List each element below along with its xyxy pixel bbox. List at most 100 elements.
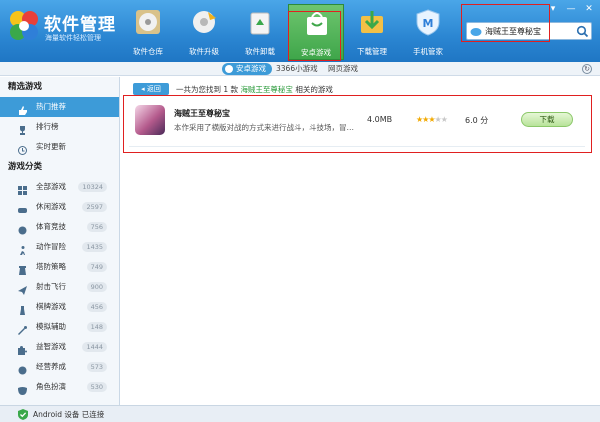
result-keyword: 海贼王至尊秘宝 <box>240 85 293 94</box>
sidebar-category-item[interactable]: 体育竞技 756 <box>0 217 119 237</box>
tab-3366-mini-games[interactable]: 3366小游戏 <box>276 63 318 75</box>
nav-label: 手机管家 <box>413 47 443 56</box>
disc-icon <box>136 10 160 34</box>
sidebar-item-realtime[interactable]: 实时更新 <box>0 137 119 157</box>
game-type-tabs: 安卓游戏 3366小游戏 网页游戏 ↻ <box>0 62 600 76</box>
controller-icon <box>18 203 27 213</box>
runner-icon <box>18 243 27 255</box>
tower-icon <box>18 263 27 275</box>
clock-icon <box>18 143 27 155</box>
sidebar-item-ranking[interactable]: 排行榜 <box>0 117 119 137</box>
nav-label: 软件仓库 <box>133 47 163 56</box>
nav-label: 软件卸载 <box>245 47 275 56</box>
sidebar-item-label: 角色扮演 <box>36 382 66 391</box>
sidebar-item-hot[interactable]: 热门推荐 <box>0 97 119 117</box>
svg-text:M: M <box>423 17 434 30</box>
nav-label: 下载管理 <box>357 47 387 56</box>
tab-web-games[interactable]: 网页游戏 <box>328 63 358 75</box>
shield-check-icon <box>18 409 28 420</box>
sidebar-item-label: 经营养成 <box>36 362 66 371</box>
sidebar-category-item[interactable]: 模拟辅助 148 <box>0 317 119 337</box>
sidebar-category-item[interactable]: 射击飞行 900 <box>0 277 119 297</box>
nav-software-uninstall[interactable]: 软件卸载 <box>232 4 288 60</box>
sidebar-item-label: 休闲游戏 <box>36 202 66 211</box>
sidebar-item-label: 排行榜 <box>36 122 59 131</box>
main-content: ◂ 返回 一共为您找到 1 款 海贼王至尊秘宝 相关的游戏 海贼王至尊秘宝 本作… <box>121 77 600 405</box>
upgrade-icon <box>193 11 216 33</box>
highlight-search <box>461 4 550 42</box>
window-controls: ▾ — ✕ <box>546 3 596 15</box>
list-item[interactable]: 海贼王至尊秘宝 本作采用了横版对战的方式来进行战斗，斗技场，冒… 4.0MB ★… <box>129 101 585 147</box>
game-name[interactable]: 海贼王至尊秘宝 <box>174 108 230 119</box>
recycle-bin-icon <box>250 12 270 35</box>
category-count: 1435 <box>82 242 107 252</box>
category-count: 756 <box>86 222 107 232</box>
app-subtitle: 海量软件轻松管理 <box>45 34 101 42</box>
header: 软件管理 海量软件轻松管理 软件仓库 软件升级 软件卸载 安卓游戏 下载管理 M… <box>0 0 600 62</box>
connection-status: Android 设备 已连接 <box>33 410 105 419</box>
tab-android-games[interactable]: 安卓游戏 <box>222 63 272 75</box>
nav-software-upgrade[interactable]: 软件升级 <box>176 4 232 60</box>
app-logo-icon <box>10 11 38 40</box>
category-count: 2597 <box>82 202 107 212</box>
category-count: 749 <box>86 262 107 272</box>
sidebar-category-item[interactable]: 益智游戏 1444 <box>0 337 119 357</box>
sidebar-category-item[interactable]: 棋牌游戏 456 <box>0 297 119 317</box>
nav-software-repo[interactable]: 软件仓库 <box>120 4 176 60</box>
result-suffix: 相关的游戏 <box>295 85 333 94</box>
category-count: 573 <box>86 362 107 372</box>
sidebar-item-label: 体育竞技 <box>36 222 66 231</box>
coin-icon <box>18 363 27 375</box>
game-score: 6.0 分 <box>465 116 489 125</box>
download-button[interactable]: 下载 <box>521 112 573 127</box>
star-icon: ★ <box>440 115 448 124</box>
grid-icon <box>18 183 27 195</box>
category-count: 10324 <box>78 182 107 192</box>
search-icon[interactable] <box>576 25 589 38</box>
phone-manager-icon: M <box>416 9 440 36</box>
sidebar-item-label: 动作冒险 <box>36 242 66 251</box>
nav-label: 软件升级 <box>189 47 219 56</box>
game-size: 4.0MB <box>367 115 393 124</box>
star-rating: ★★★★★ <box>416 115 448 124</box>
app-title: 软件管理 <box>44 15 116 35</box>
sidebar-item-label: 热门推荐 <box>36 102 66 111</box>
back-button[interactable]: ◂ 返回 <box>133 83 169 95</box>
trophy-icon <box>18 123 27 135</box>
puzzle-icon <box>18 343 27 355</box>
sidebar-item-label: 射击飞行 <box>36 282 66 291</box>
download-folder-icon <box>361 11 383 33</box>
sidebar-item-label: 模拟辅助 <box>36 322 66 331</box>
ball-icon <box>18 223 27 235</box>
nav-phone-manager[interactable]: M 手机管家 <box>400 4 456 60</box>
android-icon <box>225 65 233 73</box>
category-count: 530 <box>86 382 107 392</box>
sidebar: 精选游戏 热门推荐 排行榜 实时更新 游戏分类 全部游戏 10324 休闲游戏 259… <box>0 77 120 405</box>
category-count: 1444 <box>82 342 107 352</box>
sidebar-category-item[interactable]: 角色扮演 530 <box>0 377 119 397</box>
tab-label: 安卓游戏 <box>236 64 266 73</box>
sidebar-category-item[interactable]: 动作冒险 1435 <box>0 237 119 257</box>
status-bar: Android 设备 已连接 <box>0 405 600 422</box>
close-button[interactable]: ✕ <box>582 3 596 15</box>
thumb-up-icon <box>18 103 27 115</box>
sidebar-item-label: 实时更新 <box>36 142 66 151</box>
sidebar-category-item[interactable]: 全部游戏 10324 <box>0 177 119 197</box>
nav-download-manager[interactable]: 下载管理 <box>344 4 400 60</box>
category-count: 900 <box>86 282 107 292</box>
minimize-button[interactable]: — <box>564 3 578 15</box>
sidebar-item-label: 全部游戏 <box>36 182 66 191</box>
categories-section-title: 游戏分类 <box>8 162 43 172</box>
game-description: 本作采用了横版对战的方式来进行战斗，斗技场，冒… <box>174 123 354 132</box>
game-icon[interactable] <box>135 105 165 135</box>
wand-icon <box>18 323 27 335</box>
category-list: 全部游戏 10324 休闲游戏 2597 体育竞技 756 动作冒险 1435 塔防策略 749 射… <box>0 177 119 397</box>
featured-section-title: 精选游戏 <box>8 82 43 92</box>
sidebar-category-item[interactable]: 经营养成 573 <box>0 357 119 377</box>
sidebar-category-item[interactable]: 休闲游戏 2597 <box>0 197 119 217</box>
sidebar-category-item[interactable]: 塔防策略 749 <box>0 257 119 277</box>
sidebar-item-label: 棋牌游戏 <box>36 302 66 311</box>
plane-icon <box>18 283 27 295</box>
sidebar-item-label: 塔防策略 <box>36 262 66 271</box>
refresh-icon[interactable]: ↻ <box>582 64 592 74</box>
